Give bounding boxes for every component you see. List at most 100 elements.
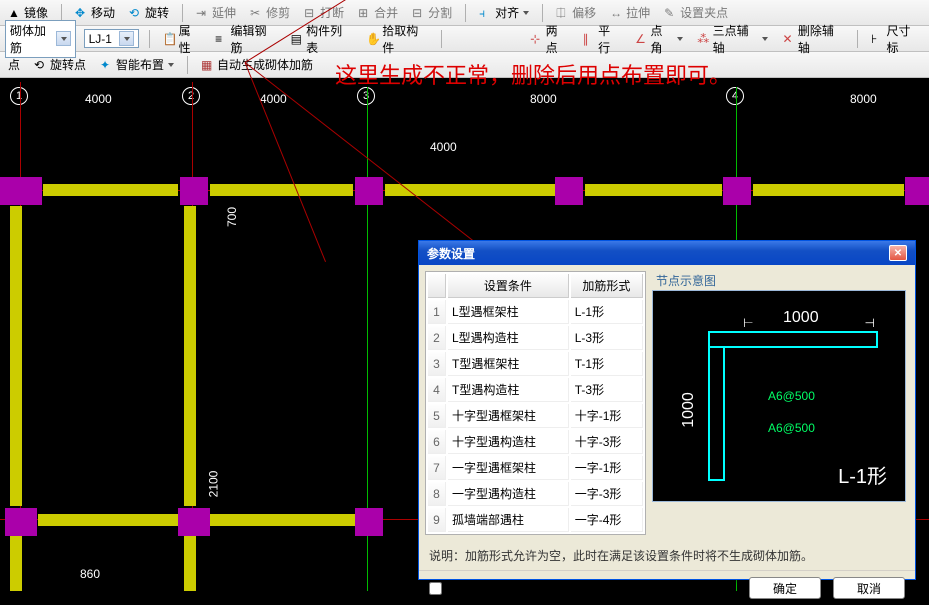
table-row[interactable]: 8一字型遇构造柱一字-3形 (428, 482, 643, 506)
table-row[interactable]: 3T型遇框架柱T-1形 (428, 352, 643, 376)
chevron-down-icon (523, 11, 529, 15)
dim-arrow: ⊢ (743, 316, 753, 330)
item-select[interactable]: LJ-1 (84, 29, 139, 48)
pick-icon: ✎ (664, 6, 678, 20)
pickpoint-button[interactable]: ✎设置夹点 (661, 3, 731, 22)
grid-bubble: 2 (182, 87, 200, 105)
extend-button[interactable]: ⇥延伸 (193, 3, 239, 22)
label: 镜像 (24, 4, 48, 21)
shape-line (708, 346, 878, 348)
table-row[interactable]: 5十字型遇框架柱十字-1形 (428, 404, 643, 428)
label: 平行 (598, 22, 621, 56)
delaux-button[interactable]: ✕删除辅轴 (779, 21, 847, 57)
smartlayout-button[interactable]: ✦智能布置 (97, 55, 177, 74)
rebar-icon: ≡ (215, 32, 228, 46)
delete-icon: ✕ (782, 32, 795, 46)
label: 点 (8, 56, 20, 73)
chevron-down-icon (762, 37, 768, 41)
row-index: 8 (428, 482, 446, 506)
table-row[interactable]: 9孤墙端部遇柱一字-4形 (428, 508, 643, 532)
corner-button[interactable]: ∠点角 (632, 21, 686, 57)
parameter-table: 设置条件 加筋形式 1L型遇框架柱L-1形2L型遇构造柱L-3形3T型遇框架柱T… (425, 271, 646, 535)
th-form: 加筋形式 (571, 274, 643, 298)
dimension: 700 (225, 207, 239, 227)
row-cond[interactable]: L型遇构造柱 (448, 326, 569, 350)
table-row[interactable]: 1L型遇框架柱L-1形 (428, 300, 643, 324)
preview-title: 节点示意图 (652, 271, 906, 290)
table-row[interactable]: 7一字型遇框架柱一字-1形 (428, 456, 643, 480)
parallel-button[interactable]: ∥平行 (580, 21, 625, 57)
parallel-icon: ∥ (583, 32, 596, 46)
row-cond[interactable]: 孤墙端部遇柱 (448, 508, 569, 532)
label: 分割 (428, 4, 452, 21)
complist-button[interactable]: ▤构件列表 (288, 21, 356, 57)
row-form[interactable]: 一字-4形 (571, 508, 643, 532)
cancel-button[interactable]: 取消 (833, 577, 905, 599)
wall (10, 536, 22, 591)
checkbox-label: 整楼生成 (446, 580, 494, 597)
editrebar-button[interactable]: ≡编辑钢筋 (212, 21, 280, 57)
rotate-button[interactable]: ⟲旋转 (126, 3, 172, 22)
wall (10, 206, 22, 506)
wall (210, 184, 353, 196)
checkbox-input[interactable] (429, 582, 442, 595)
row-form[interactable]: T-3形 (571, 378, 643, 402)
align-icon: ⫞ (479, 6, 493, 20)
stretch-icon: ↔ (610, 6, 624, 20)
row-form[interactable]: T-1形 (571, 352, 643, 376)
shape-line (708, 331, 710, 481)
stretch-button[interactable]: ↔拉伸 (607, 3, 653, 22)
split-button[interactable]: ⊟分割 (409, 3, 455, 22)
dim-arrow: ⊣ (865, 316, 875, 330)
align-button[interactable]: ⫞对齐 (476, 3, 532, 22)
parameter-dialog: 参数设置 ✕ 设置条件 加筋形式 1L型遇框架柱L-1形2L型遇构造柱L-3形3… (418, 240, 916, 580)
row-index: 3 (428, 352, 446, 376)
dialog-titlebar[interactable]: 参数设置 ✕ (419, 241, 915, 265)
label: 三点辅轴 (713, 22, 759, 56)
category-select[interactable]: 砌体加筋 (5, 20, 76, 58)
whole-floor-checkbox[interactable]: 整楼生成 (429, 580, 494, 597)
offset-button[interactable]: ⎅偏移 (553, 3, 599, 22)
props-button[interactable]: 📋属性 (160, 21, 205, 57)
table-row[interactable]: 6十字型遇构造柱十字-3形 (428, 430, 643, 454)
column (355, 508, 383, 536)
table-row[interactable]: 4T型遇构造柱T-3形 (428, 378, 643, 402)
row-cond[interactable]: T型遇框架柱 (448, 352, 569, 376)
ok-button[interactable]: 确定 (749, 577, 821, 599)
row-cond[interactable]: L型遇框架柱 (448, 300, 569, 324)
merge-button[interactable]: ⊞合并 (355, 3, 401, 22)
row-cond[interactable]: 一字型遇框架柱 (448, 456, 569, 480)
label: 点角 (650, 22, 673, 56)
label: 删除辅轴 (798, 22, 844, 56)
wall (184, 536, 196, 591)
twopt-button[interactable]: ⊹两点 (527, 21, 572, 57)
label: 设置夹点 (680, 4, 728, 21)
row-index: 4 (428, 378, 446, 402)
row-form[interactable]: 十字-1形 (571, 404, 643, 428)
trim-button[interactable]: ✂修剪 (247, 3, 293, 22)
rotatept-button[interactable]: ⟲旋转点 (31, 55, 89, 74)
row-cond[interactable]: 十字型遇构造柱 (448, 430, 569, 454)
grid-bubble: 1 (10, 87, 28, 105)
pickcomp-button[interactable]: ✋拾取构件 (363, 21, 431, 57)
row-form[interactable]: 十字-3形 (571, 430, 643, 454)
row-cond[interactable]: 一字型遇构造柱 (448, 482, 569, 506)
table-row[interactable]: 2L型遇构造柱L-3形 (428, 326, 643, 350)
select-value: LJ-1 (89, 32, 112, 46)
row-cond[interactable]: T型遇构造柱 (448, 378, 569, 402)
aux3-button[interactable]: ⁂三点辅轴 (694, 21, 771, 57)
row-form[interactable]: 一字-3形 (571, 482, 643, 506)
point-button[interactable]: 点 (5, 55, 23, 74)
label: 旋转点 (50, 56, 86, 73)
pickcomp-icon: ✋ (366, 32, 380, 46)
column (723, 177, 751, 205)
row-form[interactable]: L-1形 (571, 300, 643, 324)
smart-icon: ✦ (100, 58, 114, 72)
row-form[interactable]: 一字-1形 (571, 456, 643, 480)
rotate-icon: ⟲ (34, 58, 48, 72)
row-cond[interactable]: 十字型遇框架柱 (448, 404, 569, 428)
row-form[interactable]: L-3形 (571, 326, 643, 350)
dimlabel-button[interactable]: ⊦尺寸标 (868, 21, 924, 57)
close-button[interactable]: ✕ (889, 245, 907, 261)
move-button[interactable]: ✥移动 (72, 3, 118, 22)
